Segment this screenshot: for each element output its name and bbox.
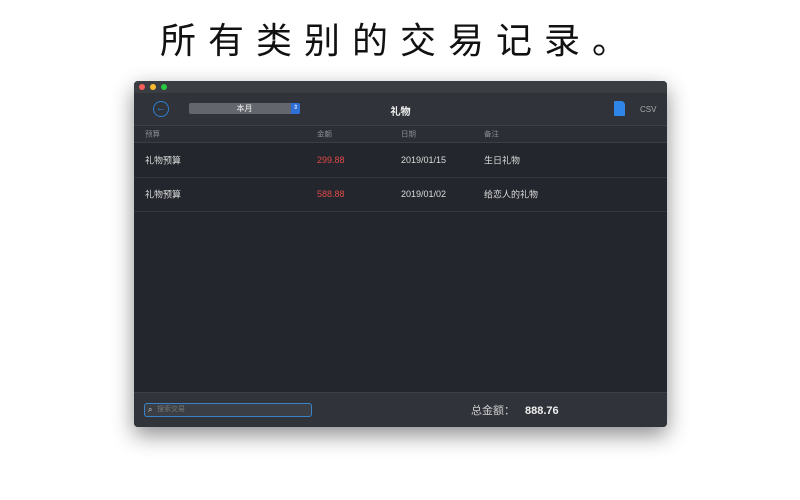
- title-bar: [134, 81, 667, 93]
- amount-cell: 299.88: [317, 154, 345, 165]
- note-cell: 给恋人的礼物: [484, 189, 539, 200]
- table-header: 预算 金额 日期 备注: [134, 126, 667, 143]
- column-amount[interactable]: 金额: [317, 129, 332, 140]
- column-budget[interactable]: 预算: [145, 129, 160, 140]
- search-icon: ⌕: [148, 405, 153, 414]
- note-cell: 生日礼物: [484, 155, 521, 166]
- total-value: 888.76: [525, 405, 559, 417]
- search-input[interactable]: ⌕ 搜索交易: [144, 403, 312, 417]
- headline: 所有类别的交易记录。: [159, 21, 640, 62]
- date-cell: 2019/01/02: [401, 189, 447, 200]
- export-document-icon[interactable]: [614, 101, 625, 116]
- minimize-button[interactable]: [150, 84, 156, 90]
- toolbar: ← 本月 ⇕ 礼物 CSV: [134, 93, 667, 126]
- table-row[interactable]: 礼物预算 588.88 2019/01/02 给恋人的礼物: [134, 178, 667, 212]
- footer: ⌕ 搜索交易 总金额： 888.76: [134, 392, 667, 427]
- close-button[interactable]: [139, 84, 145, 90]
- total-amount: 总金额： 888.76: [471, 402, 559, 418]
- column-note[interactable]: 备注: [484, 129, 499, 140]
- budget-cell: 礼物预算: [145, 189, 182, 200]
- app-window: ← 本月 ⇕ 礼物 CSV 预算 金额 日期 备注 礼物预算 299.88 201…: [134, 81, 667, 427]
- budget-cell: 礼物预算: [145, 155, 182, 166]
- zoom-button[interactable]: [161, 84, 167, 90]
- csv-export-button[interactable]: CSV: [640, 105, 656, 114]
- date-cell: 2019/01/15: [401, 154, 447, 165]
- table-row[interactable]: 礼物预算 299.88 2019/01/15 生日礼物: [134, 143, 667, 178]
- page-title: 礼物: [390, 107, 411, 118]
- total-label: 总金额：: [471, 405, 515, 417]
- search-placeholder: 搜索交易: [157, 406, 185, 413]
- column-date[interactable]: 日期: [401, 129, 416, 140]
- amount-cell: 588.88: [317, 189, 345, 200]
